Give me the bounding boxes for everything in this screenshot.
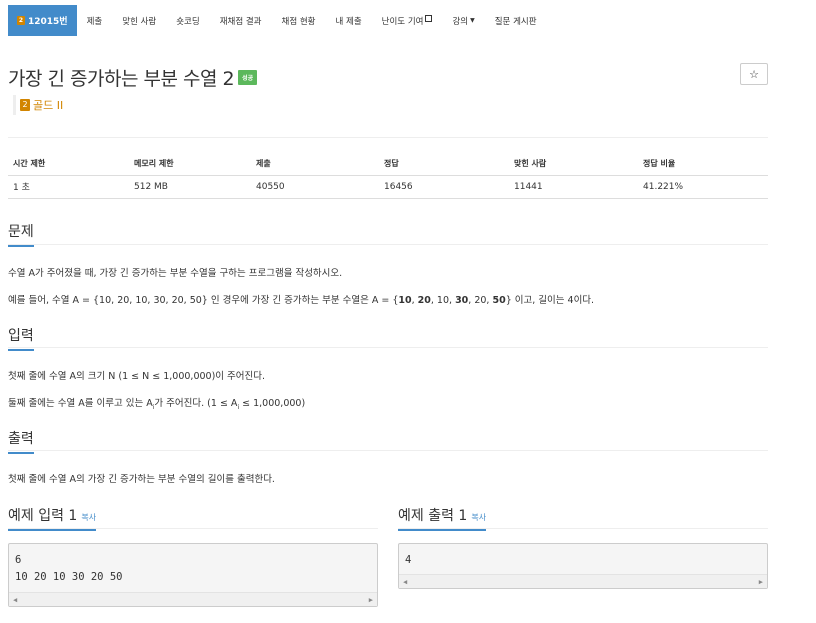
status-badge: 성공 bbox=[238, 70, 258, 85]
section-title: 예제 출력 1 bbox=[398, 508, 468, 524]
sample-output-text: 4 bbox=[405, 554, 412, 566]
problem-description-1: 수열 A가 주어졌을 때, 가장 긴 증가하는 부분 수열을 구하는 프로그램을… bbox=[8, 268, 343, 279]
problem-title-row: 가장 긴 증가하는 부분 수열 2 성공 bbox=[8, 64, 258, 91]
table-header-row: 시간 제한 메모리 제한 제출 정답 맞힌 사람 정답 비율 bbox=[8, 152, 768, 176]
tier-badge-icon: 2 bbox=[17, 16, 25, 25]
value-memory-limit: 512 MB bbox=[129, 175, 251, 199]
star-button[interactable]: ☆ bbox=[740, 63, 768, 85]
horizontal-scrollbar[interactable]: ◀ ▶ bbox=[9, 592, 377, 606]
header-accept-ratio: 정답 비율 bbox=[638, 152, 768, 176]
bold-text: 30 bbox=[455, 295, 469, 306]
tab-submit[interactable]: 제출 bbox=[77, 5, 113, 36]
problem-info-table: 시간 제한 메모리 제한 제출 정답 맞힌 사람 정답 비율 1 초 512 M… bbox=[8, 152, 768, 199]
tab-short-coding[interactable]: 숏코딩 bbox=[166, 5, 209, 36]
scroll-right-icon[interactable]: ▶ bbox=[369, 596, 373, 604]
scroll-right-icon[interactable]: ▶ bbox=[759, 578, 763, 586]
tab-difficulty[interactable]: 난이도 기여 bbox=[372, 5, 443, 36]
text: } 이고, 길이는 4이다. bbox=[505, 295, 595, 306]
scroll-left-icon[interactable]: ◀ bbox=[13, 596, 17, 604]
divider bbox=[8, 137, 768, 138]
value-accepted: 16456 bbox=[379, 175, 509, 199]
tier-label[interactable]: 골드 II bbox=[33, 97, 63, 113]
copy-input-button[interactable]: 복사 bbox=[81, 513, 96, 522]
header-submissions: 제출 bbox=[251, 152, 379, 176]
problem-menu-tabs: 2 12015번 제출 맞힌 사람 숏코딩 재채점 결과 채점 현황 내 제출 … bbox=[8, 5, 547, 36]
star-icon: ☆ bbox=[749, 67, 759, 81]
external-link-icon bbox=[425, 15, 433, 22]
tab-status[interactable]: 채점 현황 bbox=[272, 5, 326, 36]
text: , 20, bbox=[468, 295, 493, 306]
tab-rejudge[interactable]: 재채점 결과 bbox=[210, 5, 272, 36]
tab-label: 재채점 결과 bbox=[219, 16, 262, 27]
header-accepted: 정답 bbox=[379, 152, 509, 176]
bold-text: 20 bbox=[417, 295, 431, 306]
input-description-1: 첫째 줄에 수열 A의 크기 N (1 ≤ N ≤ 1,000,000)이 주어… bbox=[8, 371, 266, 382]
header-time-limit: 시간 제한 bbox=[8, 152, 129, 176]
tab-label: 숏코딩 bbox=[176, 16, 200, 27]
tab-label: 강의 bbox=[452, 16, 469, 27]
tab-label: 내 제출 bbox=[335, 16, 362, 27]
divider bbox=[8, 528, 378, 529]
tab-label: 채점 현황 bbox=[281, 16, 316, 27]
tier-label-row: 2 골드 II bbox=[13, 95, 63, 115]
problem-description-2: 예를 들어, 수열 A = {10, 20, 10, 30, 20, 50} 인… bbox=[8, 292, 594, 306]
output-description: 첫째 줄에 수열 A의 가장 긴 증가하는 부분 수열의 길이를 출력한다. bbox=[8, 474, 275, 485]
value-accept-ratio: 41.221% bbox=[638, 175, 768, 199]
tab-lectures[interactable]: 강의 ▼ bbox=[442, 5, 484, 36]
tab-qna-board[interactable]: 질문 게시판 bbox=[485, 5, 547, 36]
tab-label: 12015번 bbox=[28, 17, 68, 27]
tier-badge-icon: 2 bbox=[20, 99, 30, 111]
bold-text: 10 bbox=[398, 295, 412, 306]
table-row: 1 초 512 MB 40550 16456 11441 41.221% bbox=[8, 175, 768, 199]
scroll-left-icon[interactable]: ◀ bbox=[403, 578, 407, 586]
bold-text: 50 bbox=[492, 295, 506, 306]
divider bbox=[8, 450, 768, 451]
page-title: 가장 긴 증가하는 부분 수열 2 bbox=[8, 68, 235, 90]
text: 둘째 줄에는 수열 A를 이루고 있는 A bbox=[8, 398, 153, 409]
header-memory-limit: 메모리 제한 bbox=[129, 152, 251, 176]
text: 예를 들어, 수열 A = {10, 20, 10, 30, 20, 50} 인… bbox=[8, 295, 399, 306]
copy-output-button[interactable]: 복사 bbox=[471, 513, 486, 522]
tab-my-submissions[interactable]: 내 제출 bbox=[325, 5, 371, 36]
text: , 10, bbox=[430, 295, 456, 306]
value-time-limit: 1 초 bbox=[8, 175, 129, 199]
value-submissions: 40550 bbox=[251, 175, 379, 199]
tab-solved-users[interactable]: 맞힌 사람 bbox=[112, 5, 166, 36]
divider bbox=[8, 347, 768, 348]
tab-label: 맞힌 사람 bbox=[122, 16, 157, 27]
header-solved-users: 맞힌 사람 bbox=[509, 152, 638, 176]
section-title: 예제 입력 1 bbox=[8, 508, 78, 524]
input-description-2: 둘째 줄에는 수열 A를 이루고 있는 Ai가 주어진다. (1 ≤ Ai ≤ … bbox=[8, 395, 305, 411]
tab-label: 제출 bbox=[86, 16, 103, 27]
divider bbox=[398, 528, 768, 529]
horizontal-scrollbar[interactable]: ◀ ▶ bbox=[399, 574, 767, 588]
sample-output-box[interactable]: 4 ◀ ▶ bbox=[398, 543, 768, 589]
tab-label: 질문 게시판 bbox=[494, 16, 537, 27]
text: ≤ 1,000,000) bbox=[239, 398, 306, 409]
value-solved-users: 11441 bbox=[509, 175, 638, 199]
sample-input-text: 6 10 20 10 30 20 50 bbox=[15, 554, 123, 583]
sample-input-box[interactable]: 6 10 20 10 30 20 50 ◀ ▶ bbox=[8, 543, 378, 607]
tab-label: 난이도 기여 bbox=[381, 16, 424, 27]
tab-problem[interactable]: 2 12015번 bbox=[8, 5, 77, 36]
text: 가 주어진다. (1 ≤ A bbox=[154, 398, 238, 409]
divider bbox=[8, 244, 768, 245]
caret-down-icon: ▼ bbox=[470, 17, 475, 24]
